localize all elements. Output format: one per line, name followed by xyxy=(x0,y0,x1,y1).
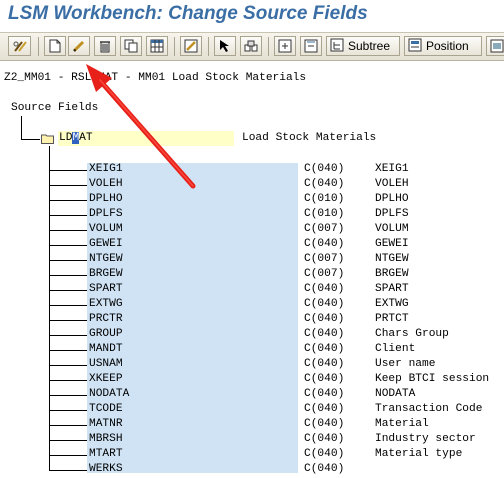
annotation-arrow xyxy=(86,64,196,189)
tree-content: Z2_MM01 - RSLDMAT - MM01 Load Stock Mate… xyxy=(0,60,504,475)
